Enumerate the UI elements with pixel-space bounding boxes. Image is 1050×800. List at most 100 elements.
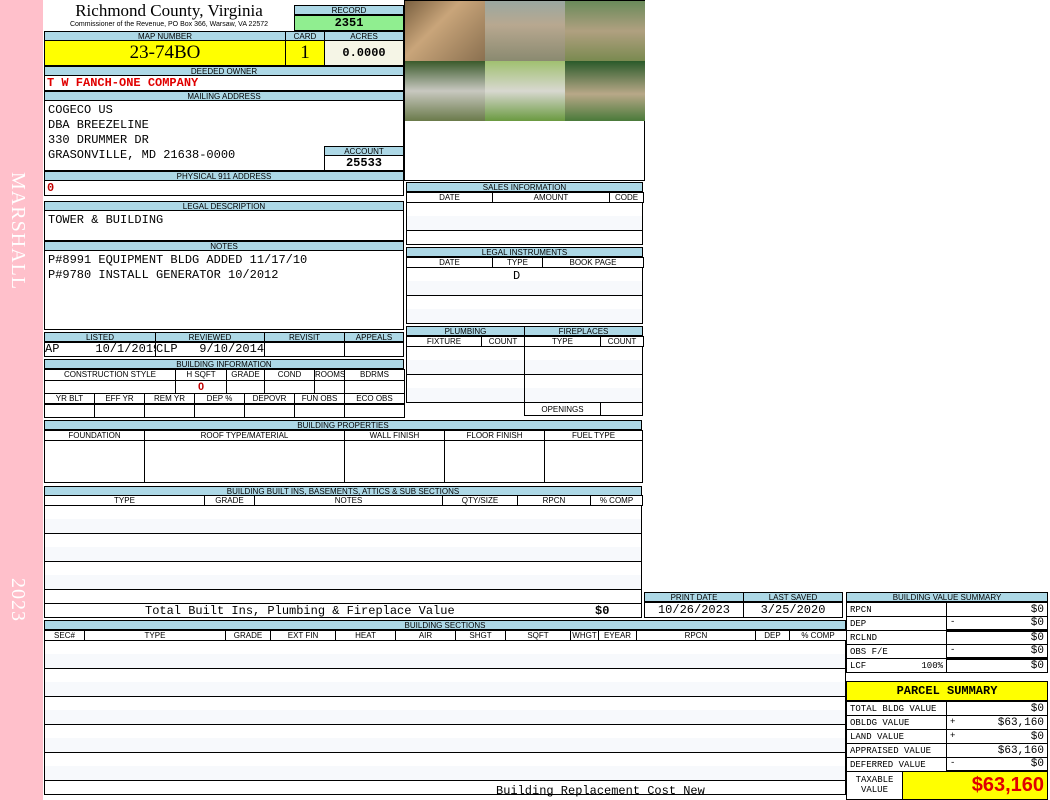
district-sidebar: MARSHALL 2023	[0, 0, 43, 800]
builtin-row	[44, 505, 642, 520]
summary-label: TOTAL BLDG VALUE	[846, 701, 947, 716]
sales-row	[406, 202, 643, 217]
taxable-value: $63,160	[902, 771, 1048, 800]
property-value	[544, 440, 643, 483]
summary-value: $63,160	[946, 743, 1048, 758]
county-title: Richmond County, Virginia	[75, 1, 263, 20]
summary-sign: -	[950, 617, 956, 627]
building-info-2-col-header: ECO OBS	[344, 393, 405, 404]
tax-year: 2023	[7, 578, 29, 622]
summary-row: RCLND $0	[846, 630, 1048, 645]
section-row	[44, 640, 846, 655]
section-row	[44, 724, 846, 739]
plumbing-row	[406, 388, 525, 403]
section-row	[44, 668, 846, 683]
summary-key: DEP	[850, 618, 867, 629]
summary-label: RCLND	[846, 630, 947, 645]
summary-label: DEP	[846, 616, 947, 631]
builtins-total-value: $0	[595, 604, 610, 618]
summary-label: RPCN	[846, 602, 947, 617]
instrument-row	[406, 295, 643, 310]
plumbing-row	[406, 360, 525, 375]
summary-row: RPCN $0	[846, 602, 1048, 617]
building-info-2-col-header: FUN OBS	[294, 393, 345, 404]
summary-key: RPCN	[850, 604, 872, 615]
summary-key: OBLDG VALUE	[850, 717, 910, 728]
listed-label: LISTED	[44, 332, 156, 342]
summary-amount: $0	[1030, 660, 1044, 672]
print-date-label: PRINT DATE	[644, 592, 744, 602]
plumbing-label: PLUMBING	[406, 326, 525, 336]
section-row	[44, 766, 846, 781]
notes: P#8991 EQUIPMENT BLDG ADDED 11/17/10 P#9…	[44, 250, 404, 330]
mailing-line: DBA BREEZELINE	[48, 118, 149, 132]
listed-value: AP 10/1/2019	[44, 342, 161, 357]
summary-sign: +	[950, 716, 956, 727]
property-value	[44, 440, 145, 483]
summary-sign: -	[950, 645, 956, 655]
summary-row: OBLDG VALUE + $63,160	[846, 715, 1048, 730]
appeals-value	[344, 342, 404, 357]
parcel-summary: TOTAL BLDG VALUE $0 OBLDG VALUE + $63,160 LAN…	[846, 701, 1048, 773]
section-row	[44, 752, 846, 767]
section-row	[44, 710, 846, 725]
summary-key: TOTAL BLDG VALUE	[850, 703, 937, 714]
property-photo-dish-field[interactable]	[485, 61, 565, 121]
building-info-value-2	[44, 404, 95, 418]
summary-amount: $0	[1030, 632, 1044, 644]
sales-row	[406, 216, 643, 231]
builtin-row	[44, 589, 642, 604]
building-value-summary: RPCN $0 DEP - $0 RCLND $0 OBS F/E - $0 LCF 100% $0	[846, 602, 1048, 673]
building-info-value-2	[94, 404, 145, 418]
building-properties-label: BUILDING PROPERTIES	[44, 420, 642, 430]
map-number: 23-74BO	[44, 40, 286, 66]
summary-row: DEP - $0	[846, 616, 1048, 632]
property-photo-dishes[interactable]	[405, 61, 485, 121]
summary-row: LCF 100% $0	[846, 658, 1048, 673]
summary-row: APPRAISED VALUE $63,160	[846, 743, 1048, 758]
building-info-value-2	[294, 404, 345, 418]
summary-value: $0	[946, 701, 1048, 716]
instrument-type: D	[513, 269, 521, 283]
instrument-row	[406, 281, 643, 296]
record-label: RECORD	[294, 5, 404, 15]
record-number: 2351	[294, 15, 404, 31]
summary-label: APPRAISED VALUE	[846, 743, 947, 758]
summary-key: APPRAISED VALUE	[850, 745, 932, 756]
appeals-label: APPEALS	[344, 332, 404, 342]
reviewed-label: REVIEWED	[155, 332, 265, 342]
building-info-2-col-header: EFF YR	[94, 393, 145, 404]
instrument-row	[406, 309, 643, 324]
fireplace-row	[524, 374, 643, 389]
property-value	[144, 440, 345, 483]
county-subtitle: Commissioner of the Revenue, PO Box 366,…	[69, 21, 269, 28]
summary-amount: $0	[1030, 645, 1044, 657]
summary-value: + $0	[946, 729, 1048, 744]
instrument-row	[406, 267, 643, 282]
building-sections-label: BUILDING SECTIONS	[44, 620, 846, 630]
deeded-owner: T W FANCH-ONE COMPANY	[44, 75, 404, 91]
property-photo-building[interactable]	[485, 1, 565, 61]
property-photo-sign[interactable]	[405, 1, 485, 61]
property-photo-building-side[interactable]	[565, 1, 645, 61]
section-row	[44, 654, 846, 669]
summary-value: $0	[946, 602, 1048, 617]
lcf-percent: 100%	[921, 660, 943, 671]
account-number: 25533	[324, 155, 404, 171]
summary-label: DEFERRED VALUE	[846, 757, 947, 772]
section-row	[44, 682, 846, 697]
building-info-value-2	[344, 404, 405, 418]
fireplaces-label: FIREPLACES	[524, 326, 643, 336]
summary-label: OBS F/E	[846, 644, 947, 659]
summary-value: $0	[946, 658, 1048, 673]
summary-label: LAND VALUE	[846, 729, 947, 744]
revisit-value	[264, 342, 345, 357]
fireplace-row	[524, 388, 643, 403]
property-photo-building-rear[interactable]	[565, 61, 645, 121]
building-info-value: 0	[175, 380, 227, 394]
acres-value: 0.0000	[324, 40, 404, 66]
summary-amount: $0	[1030, 617, 1044, 629]
card-number: 1	[285, 40, 325, 66]
fireplace-row	[524, 360, 643, 375]
section-row	[44, 738, 846, 753]
